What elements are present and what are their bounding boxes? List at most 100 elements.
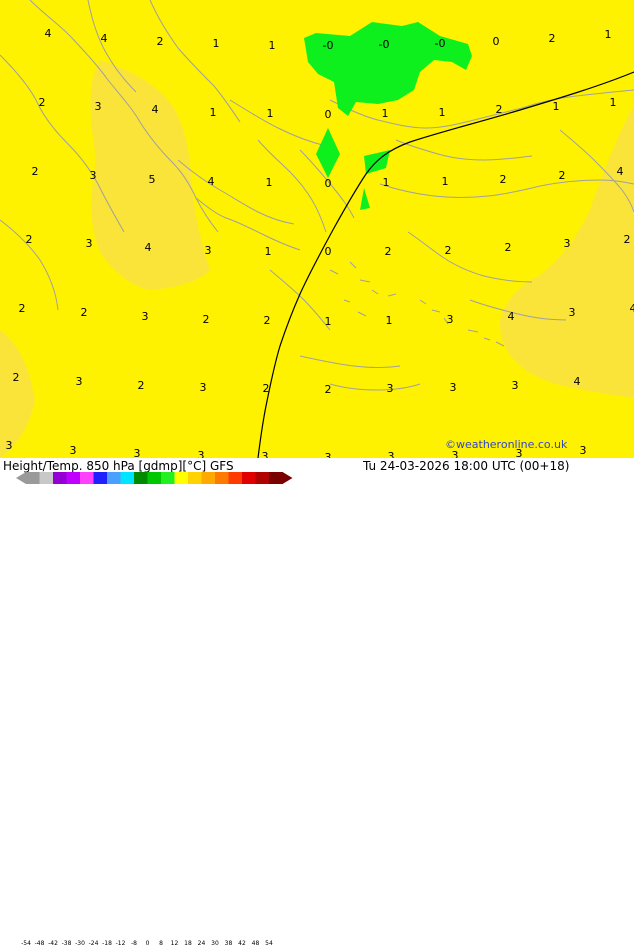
temperature-label: 0 bbox=[325, 177, 332, 190]
temperature-label: 1 bbox=[266, 176, 273, 189]
temperature-label: 1 bbox=[383, 176, 390, 189]
temperature-label: 0 bbox=[325, 108, 332, 121]
temperature-label: -0 bbox=[379, 38, 390, 51]
legend-swatch bbox=[188, 472, 202, 484]
temperature-label: 4 bbox=[45, 27, 52, 40]
legend-swatch bbox=[148, 472, 162, 484]
temperature-label: 3 bbox=[388, 450, 395, 458]
temperature-label: 4 bbox=[145, 241, 152, 254]
temperature-label: 4 bbox=[630, 302, 634, 315]
temperature-label: 3 bbox=[512, 379, 519, 392]
temperature-label: 1 bbox=[610, 96, 617, 109]
legend-swatch bbox=[107, 472, 121, 484]
temperature-label: 1 bbox=[439, 106, 446, 119]
legend-colorbar bbox=[16, 472, 316, 484]
temperature-label: 3 bbox=[95, 100, 102, 113]
temperature-label: 2 bbox=[549, 32, 556, 45]
temperature-label: 1 bbox=[267, 107, 274, 120]
legend-tick-label: 54 bbox=[265, 940, 273, 947]
legend-swatch bbox=[53, 472, 67, 484]
temperature-label: 4 bbox=[208, 175, 215, 188]
legend-swatch bbox=[161, 472, 175, 484]
temperature-label: 1 bbox=[553, 100, 560, 113]
legend-swatch bbox=[94, 472, 108, 484]
legend-tick-label: 8 bbox=[159, 940, 163, 947]
temperature-label: 2 bbox=[496, 103, 503, 116]
legend-swatch bbox=[242, 472, 256, 484]
legend-tick-label: -38 bbox=[62, 940, 72, 947]
temperature-label: 2 bbox=[203, 313, 210, 326]
legend-swatch bbox=[40, 472, 54, 484]
credit-link[interactable]: ©weatheronline.co.uk bbox=[445, 438, 567, 451]
legend-swatch bbox=[229, 472, 243, 484]
legend-tick-label: -18 bbox=[102, 940, 112, 947]
temperature-label: 3 bbox=[447, 313, 454, 326]
temperature-label: 2 bbox=[325, 383, 332, 396]
temperature-label: 1 bbox=[265, 245, 272, 258]
temperature-label: 2 bbox=[624, 233, 631, 246]
legend-swatch bbox=[26, 472, 40, 484]
legend-swatch bbox=[121, 472, 135, 484]
temperature-label: 2 bbox=[13, 371, 20, 384]
temperature-label: 2 bbox=[559, 169, 566, 182]
temperature-label: 2 bbox=[81, 306, 88, 319]
temperature-label: 2 bbox=[500, 173, 507, 186]
legend-swatch bbox=[67, 472, 81, 484]
temperature-label: 3 bbox=[70, 444, 77, 457]
temperature-label: 3 bbox=[134, 447, 141, 458]
temperature-label: 2 bbox=[26, 233, 33, 246]
legend-swatch bbox=[202, 472, 216, 484]
temperature-label: 3 bbox=[580, 444, 587, 457]
temperature-label: 2 bbox=[157, 35, 164, 48]
temperature-label: 3 bbox=[86, 237, 93, 250]
temperature-label: 3 bbox=[450, 381, 457, 394]
temperature-label: 3 bbox=[387, 382, 394, 395]
temperature-label: 1 bbox=[442, 175, 449, 188]
legend-tick-label: 38 bbox=[225, 940, 233, 947]
map-datetime: Tu 24-03-2026 18:00 UTC (00+18) bbox=[363, 459, 569, 473]
temperature-label: 3 bbox=[262, 450, 269, 458]
temperature-label: 1 bbox=[605, 28, 612, 41]
temperature-label: 2 bbox=[385, 245, 392, 258]
temperature-label: 3 bbox=[564, 237, 571, 250]
legend-swatch bbox=[269, 472, 283, 484]
temperature-label: 3 bbox=[142, 310, 149, 323]
legend-swatch bbox=[80, 472, 94, 484]
temperature-label: 2 bbox=[263, 382, 270, 395]
temperature-label: 3 bbox=[205, 244, 212, 257]
temperature-label: 2 bbox=[264, 314, 271, 327]
temperature-label: 1 bbox=[325, 315, 332, 328]
temperature-label: 4 bbox=[152, 103, 159, 116]
temperature-label: 3 bbox=[90, 169, 97, 182]
legend-arrow-left bbox=[16, 472, 26, 484]
temperature-label: 2 bbox=[39, 96, 46, 109]
temperature-label: 4 bbox=[574, 375, 581, 388]
temperature-label: 2 bbox=[505, 241, 512, 254]
temperature-label: 3 bbox=[76, 375, 83, 388]
legend-tick-label: -42 bbox=[48, 940, 58, 947]
temperature-label: 4 bbox=[617, 165, 624, 178]
temperature-label: 2 bbox=[138, 379, 145, 392]
temperature-label: 3 bbox=[569, 306, 576, 319]
temperature-label: 2 bbox=[32, 165, 39, 178]
temperature-label: 0 bbox=[325, 245, 332, 258]
temperature-label: 2 bbox=[19, 302, 26, 315]
map-title: Height/Temp. 850 hPa [gdmp][°C] GFS bbox=[3, 459, 234, 473]
legend-tick-label: -30 bbox=[75, 940, 85, 947]
temperature-label: 4 bbox=[508, 310, 515, 323]
temperature-label: 3 bbox=[200, 381, 207, 394]
temperature-label: 3 bbox=[325, 451, 332, 458]
temperature-label: 1 bbox=[213, 37, 220, 50]
legend-swatch bbox=[256, 472, 270, 484]
legend-swatch bbox=[215, 472, 229, 484]
temperature-label: 1 bbox=[210, 106, 217, 119]
legend-tick-label: 30 bbox=[211, 940, 219, 947]
temperature-label: 3 bbox=[198, 449, 205, 458]
legend-tick-label: 18 bbox=[184, 940, 192, 947]
temperature-label: 2 bbox=[445, 244, 452, 257]
legend-tick-label: 24 bbox=[198, 940, 206, 947]
legend-tick-label: 48 bbox=[252, 940, 260, 947]
legend-swatch bbox=[175, 472, 189, 484]
temperature-label: 4 bbox=[101, 32, 108, 45]
temperature-label: 1 bbox=[269, 39, 276, 52]
